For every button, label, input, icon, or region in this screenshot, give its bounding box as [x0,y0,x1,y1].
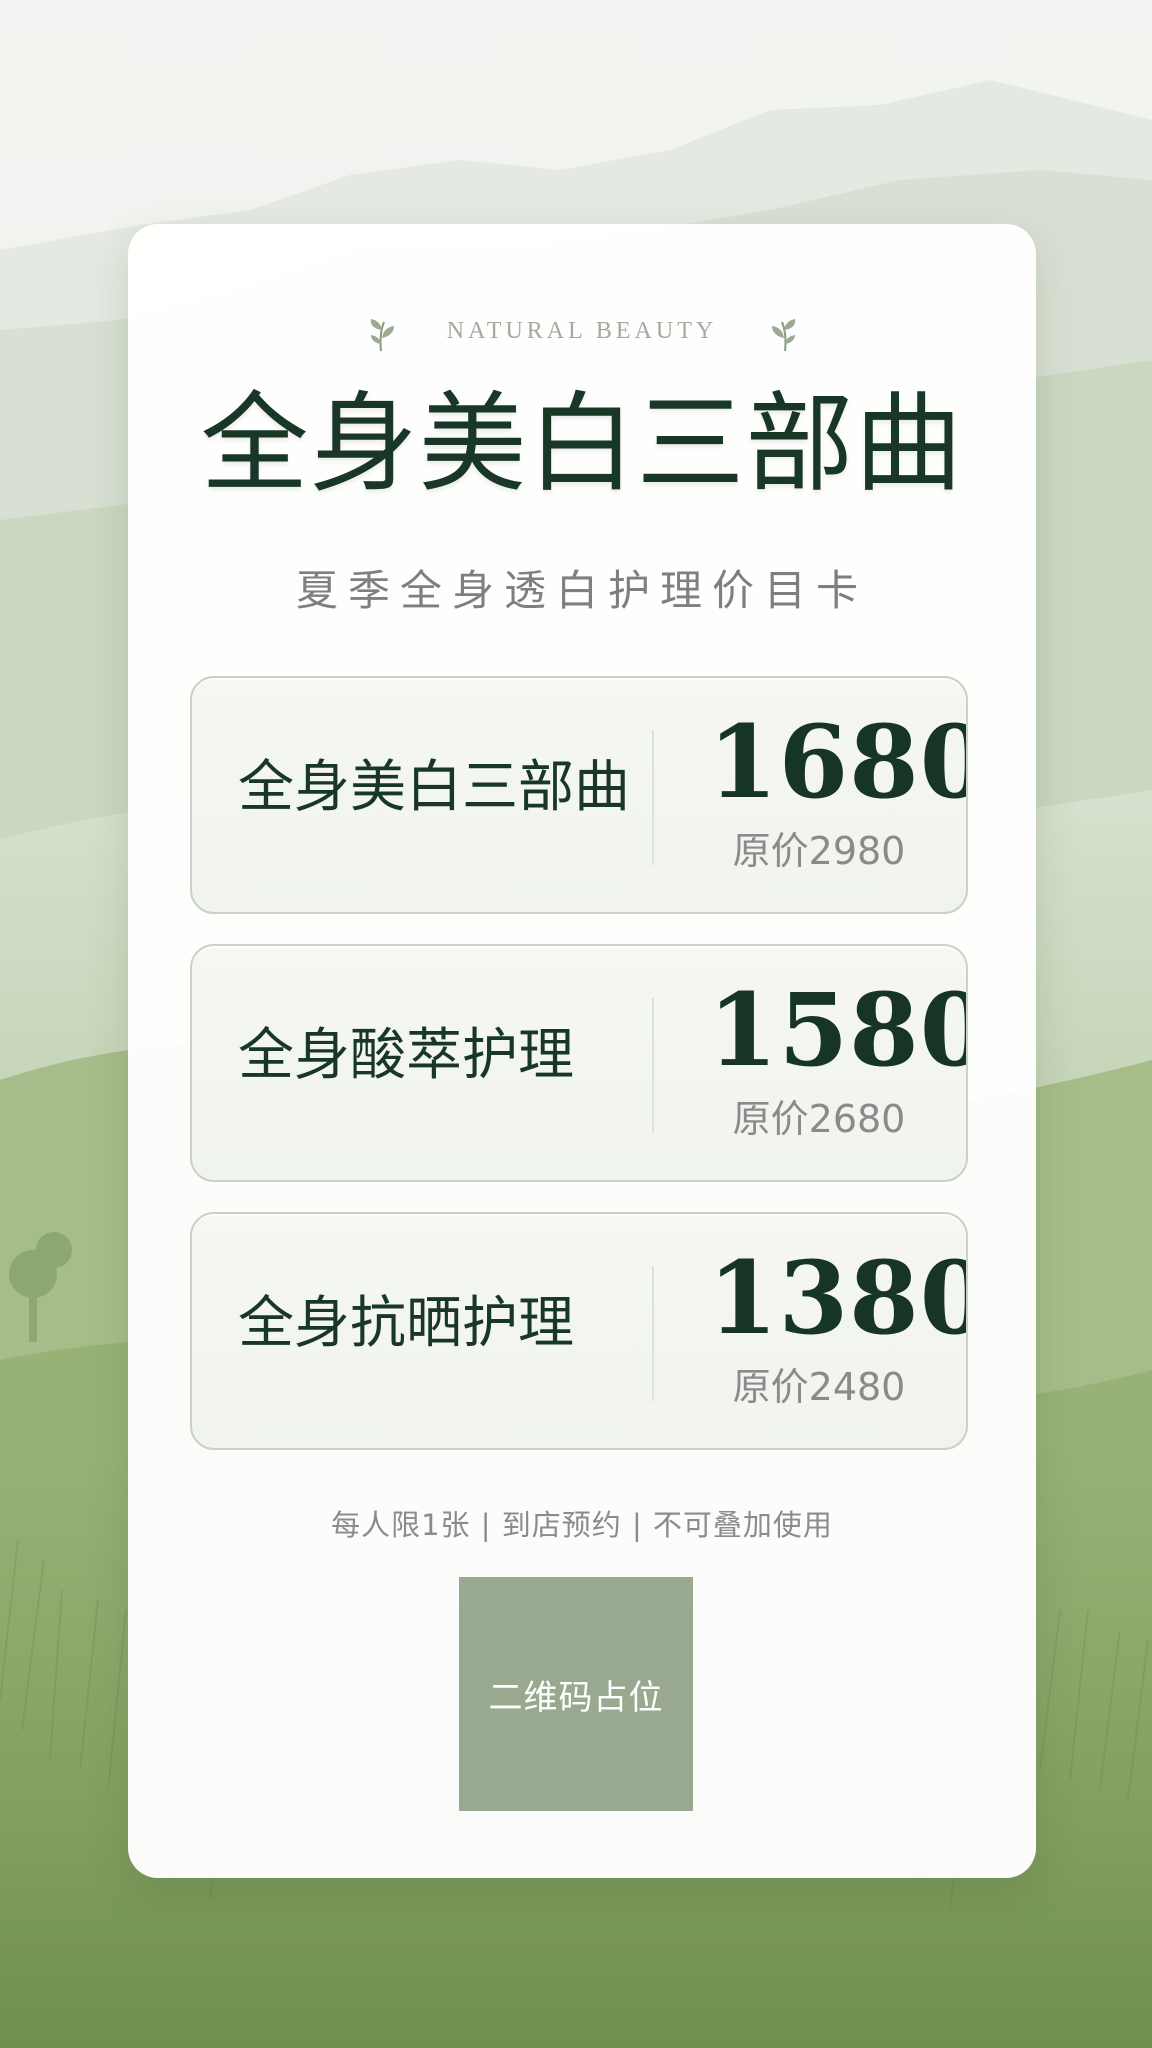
offer-card: 全身美白三部曲 1680 原价2980 [190,676,968,914]
offer-divider [652,730,654,865]
original-price: 原价2980 [732,829,906,873]
price-card: NATURAL BEAUTY 全身美白三部曲 夏季全身透白护理价目卡 全身美白三… [128,224,1036,1878]
header-kicker-row: NATURAL BEAUTY [128,310,1036,356]
header-kicker: NATURAL BEAUTY [446,318,718,344]
offer-list: 全身美白三部曲 1680 原价2980 全身酸萃护理 1580 原价2680 全… [190,676,968,1450]
offer-card: 全身酸萃护理 1580 原价2680 [190,944,968,1182]
offer-divider [652,998,654,1133]
page-title: 全身美白三部曲 [200,382,964,507]
original-price: 原价2480 [732,1365,906,1409]
qr-code-placeholder: 二维码占位 [459,1577,693,1811]
offer-name: 全身美白三部曲 [238,755,630,820]
offer-name: 全身酸萃护理 [238,1023,574,1088]
offer-card: 全身抗晒护理 1380 原价2480 [190,1212,968,1450]
usage-rules: 每人限1张 | 到店预约 | 不可叠加使用 [331,1508,833,1542]
page-subtitle: 夏季全身透白护理价目卡 [295,566,868,615]
offer-price: 1680 [708,703,968,821]
offer-price: 1580 [708,971,968,1089]
leaf-icon [768,312,802,352]
offer-price: 1380 [708,1239,968,1357]
original-price: 原价2680 [732,1097,906,1141]
offer-name: 全身抗晒护理 [238,1291,574,1356]
qr-placeholder-label: 二维码占位 [488,1677,664,1718]
offer-divider [652,1266,654,1401]
